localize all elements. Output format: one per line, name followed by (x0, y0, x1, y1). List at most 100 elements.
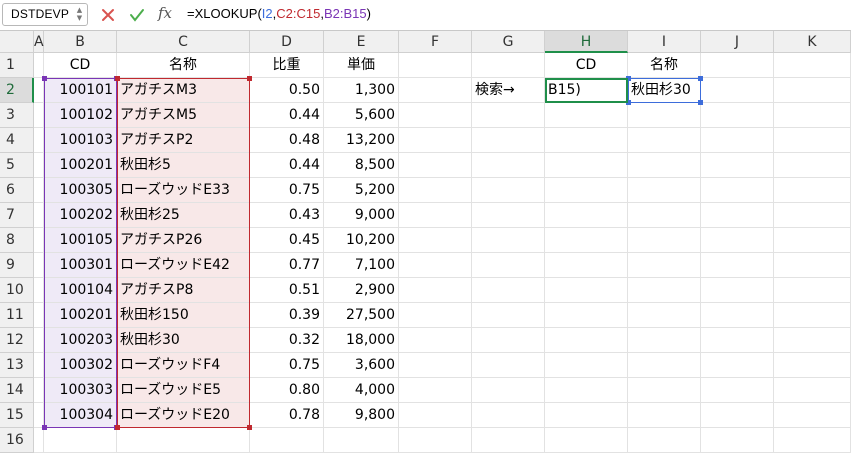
cell-f7[interactable] (399, 203, 472, 228)
cell-h5[interactable] (545, 153, 628, 178)
cell-i10[interactable] (628, 278, 701, 303)
cell-i6[interactable] (628, 178, 701, 203)
cell-h3[interactable] (545, 103, 628, 128)
cell-j11[interactable] (701, 303, 774, 328)
cell-d13[interactable]: 0.75 (250, 353, 324, 378)
cell-g11[interactable] (472, 303, 545, 328)
cell-c11[interactable]: 秋田杉150 (117, 303, 250, 328)
cell-e10[interactable]: 2,900 (324, 278, 399, 303)
row-header-1[interactable]: 1 (0, 53, 34, 78)
cancel-icon[interactable] (98, 2, 118, 28)
cell-a9[interactable] (34, 253, 44, 278)
cell-g6[interactable] (472, 178, 545, 203)
cell-b15[interactable]: 100304 (44, 403, 117, 428)
cell-i9[interactable] (628, 253, 701, 278)
cell-f1[interactable] (399, 53, 472, 78)
cell-h7[interactable] (545, 203, 628, 228)
cell-b13[interactable]: 100302 (44, 353, 117, 378)
cell-b4[interactable]: 100103 (44, 128, 117, 153)
cell-e13[interactable]: 3,600 (324, 353, 399, 378)
cell-j4[interactable] (701, 128, 774, 153)
enter-check-icon[interactable] (127, 2, 147, 28)
cell-a5[interactable] (34, 153, 44, 178)
cell-i12[interactable] (628, 328, 701, 353)
row-header-6[interactable]: 6 (0, 178, 34, 203)
cell-a12[interactable] (34, 328, 44, 353)
cell-d14[interactable]: 0.80 (250, 378, 324, 403)
cell-e2[interactable]: 1,300 (324, 78, 399, 103)
column-header-b[interactable]: B (44, 31, 117, 53)
row-header-12[interactable]: 12 (0, 328, 34, 353)
cell-f2[interactable] (399, 78, 472, 103)
cell-g2[interactable]: 検索→ (472, 78, 545, 103)
cell-c7[interactable]: 秋田杉25 (117, 203, 250, 228)
cell-c12[interactable]: 秋田杉30 (117, 328, 250, 353)
cell-a13[interactable] (34, 353, 44, 378)
cell-e12[interactable]: 18,000 (324, 328, 399, 353)
cell-j3[interactable] (701, 103, 774, 128)
cell-b6[interactable]: 100305 (44, 178, 117, 203)
cell-a2[interactable] (34, 78, 44, 103)
cell-f9[interactable] (399, 253, 472, 278)
row-header-13[interactable]: 13 (0, 353, 34, 378)
cell-e9[interactable]: 7,100 (324, 253, 399, 278)
cell-c16[interactable] (117, 428, 250, 453)
cell-b8[interactable]: 100105 (44, 228, 117, 253)
cell-f8[interactable] (399, 228, 472, 253)
cell-j6[interactable] (701, 178, 774, 203)
cell-d2[interactable]: 0.50 (250, 78, 324, 103)
cell-c1[interactable]: 名称 (117, 53, 250, 78)
cell-e3[interactable]: 5,600 (324, 103, 399, 128)
cell-g1[interactable] (472, 53, 545, 78)
cell-e4[interactable]: 13,200 (324, 128, 399, 153)
cell-c15[interactable]: ローズウッドE20 (117, 403, 250, 428)
column-header-f[interactable]: F (399, 31, 472, 53)
cell-k3[interactable] (774, 103, 851, 128)
cell-i8[interactable] (628, 228, 701, 253)
cell-e14[interactable]: 4,000 (324, 378, 399, 403)
cell-a11[interactable] (34, 303, 44, 328)
cell-i3[interactable] (628, 103, 701, 128)
cell-d8[interactable]: 0.45 (250, 228, 324, 253)
row-header-14[interactable]: 14 (0, 378, 34, 403)
cell-h9[interactable] (545, 253, 628, 278)
cell-k9[interactable] (774, 253, 851, 278)
cell-j9[interactable] (701, 253, 774, 278)
cell-k13[interactable] (774, 353, 851, 378)
cell-i5[interactable] (628, 153, 701, 178)
cell-f13[interactable] (399, 353, 472, 378)
row-header-5[interactable]: 5 (0, 153, 34, 178)
cell-d9[interactable]: 0.77 (250, 253, 324, 278)
cell-a16[interactable] (34, 428, 44, 453)
row-header-3[interactable]: 3 (0, 103, 34, 128)
cell-a3[interactable] (34, 103, 44, 128)
cell-c8[interactable]: アガチスP26 (117, 228, 250, 253)
column-header-e[interactable]: E (324, 31, 399, 53)
cell-i1[interactable]: 名称 (628, 53, 701, 78)
row-header-9[interactable]: 9 (0, 253, 34, 278)
cell-i11[interactable] (628, 303, 701, 328)
cell-f4[interactable] (399, 128, 472, 153)
cell-c5[interactable]: 秋田杉5 (117, 153, 250, 178)
cell-b5[interactable]: 100201 (44, 153, 117, 178)
cell-c4[interactable]: アガチスP2 (117, 128, 250, 153)
cell-h16[interactable] (545, 428, 628, 453)
column-header-c[interactable]: C (117, 31, 250, 53)
cell-k5[interactable] (774, 153, 851, 178)
cell-i4[interactable] (628, 128, 701, 153)
cell-h12[interactable] (545, 328, 628, 353)
cell-f3[interactable] (399, 103, 472, 128)
row-header-16[interactable]: 16 (0, 428, 34, 453)
column-header-k[interactable]: K (774, 31, 851, 53)
cell-d6[interactable]: 0.75 (250, 178, 324, 203)
name-box-dropdown-icon[interactable]: ▲ ▼ (75, 6, 84, 24)
cell-k11[interactable] (774, 303, 851, 328)
row-header-15[interactable]: 15 (0, 403, 34, 428)
cell-g12[interactable] (472, 328, 545, 353)
cell-j15[interactable] (701, 403, 774, 428)
row-header-8[interactable]: 8 (0, 228, 34, 253)
cell-h14[interactable] (545, 378, 628, 403)
cell-g7[interactable] (472, 203, 545, 228)
cell-a15[interactable] (34, 403, 44, 428)
cell-h13[interactable] (545, 353, 628, 378)
